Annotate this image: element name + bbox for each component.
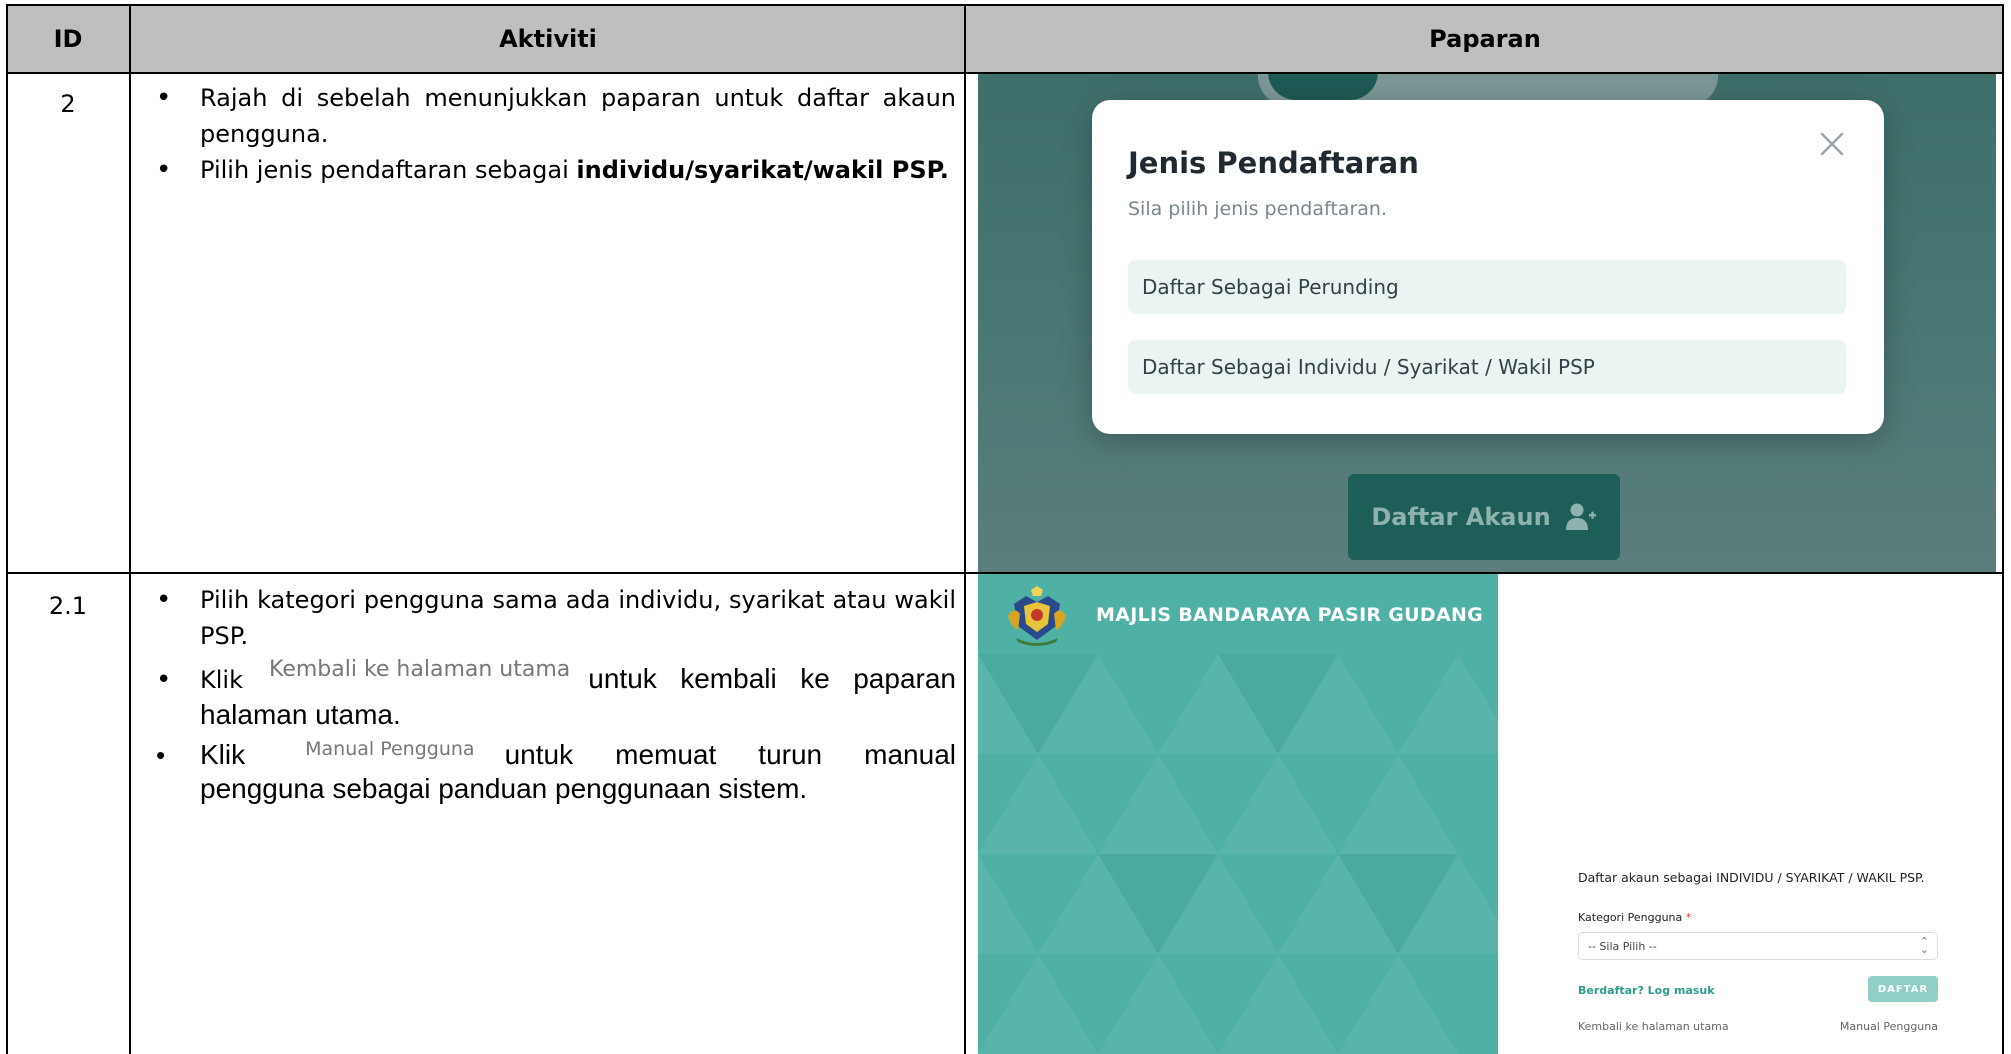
submit-register-button[interactable]: DAFTAR bbox=[1868, 976, 1938, 1002]
header-display-label: Paparan bbox=[1429, 25, 1541, 53]
council-crest-icon bbox=[1008, 586, 1066, 646]
list-item: Rajah di sebelah menunjukkan paparan unt… bbox=[146, 80, 956, 152]
category-select[interactable]: -- Sila Pilih -- ⌃ ⌄ bbox=[1578, 932, 1938, 960]
triangle-pattern bbox=[978, 654, 1498, 1054]
row-id: 2 bbox=[60, 90, 76, 118]
grid-line bbox=[2002, 4, 2004, 1054]
brand-name: MAJLIS BANDARAYA PASIR GUDANG bbox=[1096, 604, 1484, 626]
grid-line bbox=[6, 4, 8, 1054]
bullet-bold-text: individu/syarikat/wakil PSP. bbox=[576, 156, 949, 184]
register-account-label: Daftar Akaun bbox=[1371, 503, 1551, 531]
header-display: Paparan bbox=[966, 4, 2004, 74]
option-individual-button[interactable]: Daftar Sebagai Individu / Syarikat / Wak… bbox=[1128, 340, 1846, 394]
grid-line bbox=[964, 4, 966, 1054]
grid-line bbox=[129, 4, 131, 1054]
list-item: Pilih jenis pendaftaran sebagai individu… bbox=[146, 152, 956, 188]
bullet-text: Pilih kategori pengguna sama ada individ… bbox=[200, 586, 956, 650]
inline-manual-link-image: Manual Pengguna bbox=[305, 738, 475, 760]
header-activity: Aktiviti bbox=[130, 4, 966, 74]
category-select-value: -- Sila Pilih -- bbox=[1588, 939, 1657, 953]
header-id: ID bbox=[6, 4, 130, 74]
category-label-text: Kategori Pengguna bbox=[1578, 911, 1683, 924]
grid-line bbox=[6, 4, 2004, 6]
brand-panel: MAJLIS BANDARAYA PASIR GUDANG bbox=[978, 574, 1498, 1054]
required-mark: * bbox=[1685, 911, 1692, 924]
option-consultant-button[interactable]: Daftar Sebagai Perunding bbox=[1128, 260, 1846, 314]
registration-type-modal: Jenis Pendaftaran Sila pilih jenis penda… bbox=[1092, 100, 1884, 434]
login-link[interactable]: Berdaftar? Log masuk bbox=[1578, 984, 1715, 997]
registration-form: Daftar akaun sebagai INDIVIDU / SYARIKAT… bbox=[1578, 574, 1978, 1054]
registration-type-screenshot: Jenis Pendaftaran Sila pilih jenis penda… bbox=[978, 74, 1996, 572]
user-plus-icon bbox=[1565, 503, 1596, 530]
modal-subtitle: Sila pilih jenis pendaftaran. bbox=[1128, 198, 1387, 220]
user-manual-link[interactable]: Manual Pengguna bbox=[1840, 1020, 1938, 1033]
bullet-text: Rajah di sebelah menunjukkan paparan unt… bbox=[200, 84, 956, 148]
option-label: Daftar Sebagai Individu / Syarikat / Wak… bbox=[1142, 355, 1595, 379]
activity-row-2: Rajah di sebelah menunjukkan paparan unt… bbox=[146, 80, 956, 188]
header-activity-label: Aktiviti bbox=[499, 25, 597, 53]
row-id: 2.1 bbox=[48, 592, 88, 620]
modal-title: Jenis Pendaftaran bbox=[1128, 146, 1419, 180]
form-title: Daftar akaun sebagai INDIVIDU / SYARIKAT… bbox=[1578, 870, 1925, 885]
tab-switcher-active[interactable] bbox=[1268, 74, 1378, 100]
back-to-home-link[interactable]: Kembali ke halaman utama bbox=[1578, 1020, 1729, 1033]
category-label: Kategori Pengguna * bbox=[1578, 911, 1691, 924]
bullet-text: Pilih jenis pendaftaran sebagai bbox=[200, 156, 577, 184]
inline-back-link-image: Kembali ke halaman utama bbox=[268, 657, 571, 682]
list-item: KlikKembali ke halaman utamauntuk kembal… bbox=[146, 657, 956, 734]
bullet-text: Klik bbox=[200, 666, 243, 694]
activity-row-2-1: Pilih kategori pengguna sama ada individ… bbox=[146, 582, 956, 806]
chevron-updown-icon: ⌃ ⌄ bbox=[1919, 935, 1929, 956]
option-label: Daftar Sebagai Perunding bbox=[1142, 275, 1399, 299]
close-icon[interactable] bbox=[1818, 130, 1846, 158]
list-item: KlikManual Penggunauntuk memuat turun ma… bbox=[146, 738, 956, 806]
registration-form-screenshot: MAJLIS BANDARAYA PASIR GUDANG Daftar aka… bbox=[978, 574, 1996, 1054]
register-account-button[interactable]: Daftar Akaun bbox=[1348, 474, 1620, 560]
header-id-label: ID bbox=[53, 25, 83, 53]
list-item: Pilih kategori pengguna sama ada individ… bbox=[146, 582, 956, 654]
bullet-text: Klik bbox=[200, 739, 246, 770]
